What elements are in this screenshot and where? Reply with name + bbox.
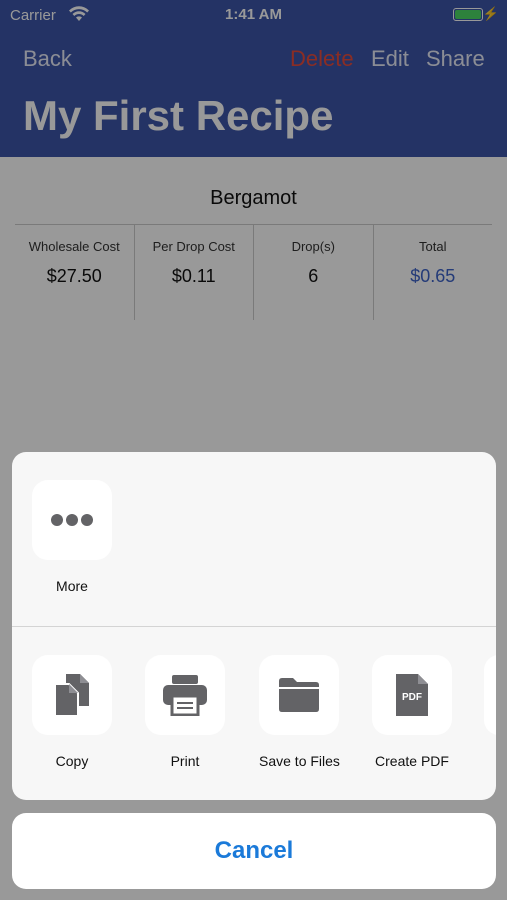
- print-action[interactable]: Print: [145, 655, 225, 769]
- share-sheet-row-actions: Copy Print Save to Files PDF Create PDF: [12, 627, 496, 800]
- save-to-files-label: Save to Files: [259, 753, 340, 769]
- save-to-files-action[interactable]: Save to Files: [259, 655, 340, 769]
- share-sheet: More Copy Print Save to Files PDF Create…: [12, 452, 496, 800]
- print-tile[interactable]: [145, 655, 225, 735]
- more-label: More: [56, 578, 88, 594]
- save-to-files-tile[interactable]: [259, 655, 339, 735]
- create-pdf-label: Create PDF: [375, 753, 449, 769]
- copy-action[interactable]: Copy: [32, 655, 112, 769]
- print-label: Print: [170, 753, 200, 769]
- pdf-icon: PDF: [396, 674, 428, 716]
- more-tile[interactable]: [32, 480, 112, 560]
- cancel-button[interactable]: Cancel: [12, 813, 496, 889]
- cancel-label: Cancel: [214, 837, 294, 864]
- folder-icon: [279, 678, 319, 712]
- create-pdf-action[interactable]: PDF Create PDF: [372, 655, 452, 769]
- share-sheet-row-activities: More: [12, 452, 496, 626]
- more-action[interactable]: More: [32, 480, 112, 594]
- copy-label: Copy: [55, 753, 89, 769]
- copy-icon: [54, 674, 89, 717]
- copy-tile[interactable]: [32, 655, 112, 735]
- svg-text:PDF: PDF: [402, 692, 422, 703]
- more-icon: [51, 514, 93, 526]
- create-pdf-tile[interactable]: PDF: [372, 655, 452, 735]
- overflow-action-tile[interactable]: [484, 655, 496, 735]
- printer-icon: [163, 675, 207, 716]
